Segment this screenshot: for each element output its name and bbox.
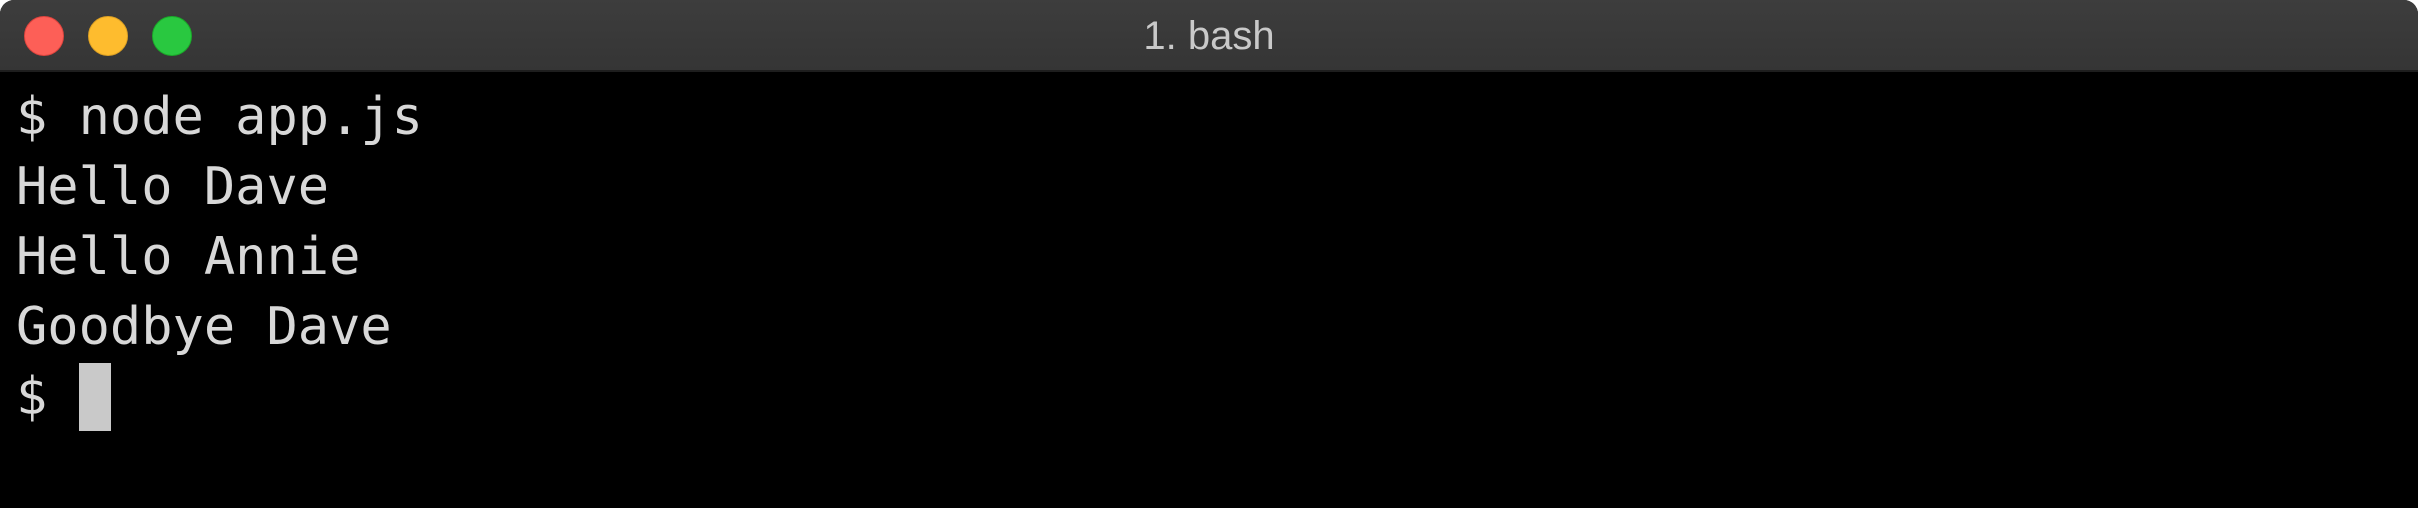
terminal-window: 1. bash $ node app.js Hello Dave Hello A… <box>0 0 2418 508</box>
terminal-prompt-line[interactable]: $ <box>16 362 111 432</box>
prompt-symbol: $ <box>16 367 79 427</box>
terminal-output[interactable]: $ node app.js Hello Dave Hello Annie Goo… <box>0 74 2418 508</box>
terminal-output-line: Goodbye Dave <box>16 297 392 357</box>
window-title: 1. bash <box>1143 14 1275 58</box>
terminal-command-line: $ node app.js <box>16 87 423 147</box>
text-cursor <box>78 363 111 431</box>
title-bar[interactable]: 1. bash <box>0 0 2418 72</box>
terminal-output-line: Hello Dave <box>16 157 330 217</box>
terminal-output-line: Hello Annie <box>16 227 361 287</box>
